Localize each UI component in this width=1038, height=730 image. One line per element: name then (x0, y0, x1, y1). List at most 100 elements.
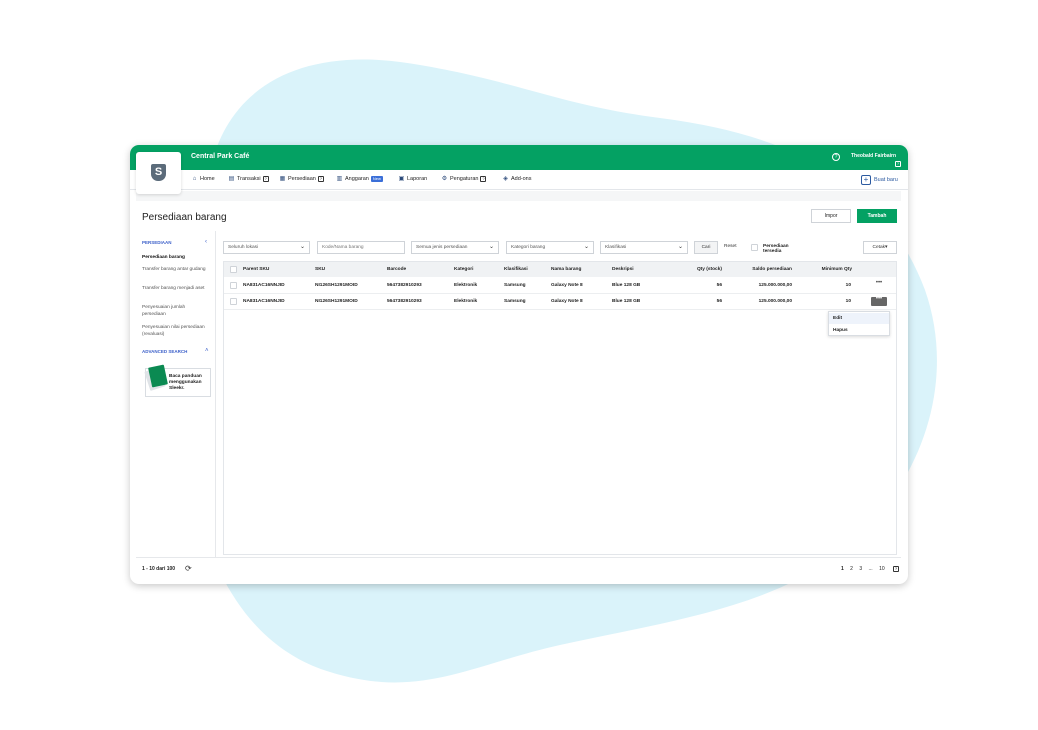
help-icon[interactable]: ? (832, 153, 840, 161)
nav-laporan-label: Laporan (407, 176, 428, 182)
column-header[interactable]: Qty (stock) (684, 267, 722, 272)
page-link[interactable]: 1 (841, 566, 844, 572)
print-label: Cetak (872, 245, 886, 250)
nav-laporan[interactable]: ▣ Laporan (398, 176, 428, 182)
chevron-up-icon[interactable]: ˄ (205, 348, 209, 354)
column-header[interactable]: Barcode (387, 267, 406, 272)
pagination-pages: 1 2 3 ... 10 (841, 566, 890, 572)
column-header[interactable]: Parent SKU (243, 267, 269, 272)
chevron-down-icon: ⌄ (488, 244, 494, 250)
column-header[interactable]: Kategori (454, 267, 473, 272)
nav-pengaturan[interactable]: ⚙ Pengaturan ? (441, 176, 487, 182)
cell-qty: 56 (716, 283, 722, 288)
cell-klasifikasi: Samsung (504, 283, 526, 288)
cell-sku: NI126SH1291MOID (315, 283, 358, 288)
plus-icon: + (861, 175, 871, 185)
nav-anggaran[interactable]: ▥ Anggaran New (336, 176, 383, 182)
sidebar-item-penyesuaian-jumlah[interactable]: Penyesuaian jumlah persediaan (142, 304, 208, 318)
page-ellipsis: ... (868, 566, 873, 572)
cell-deskripsi: Blue 128 GB (612, 299, 641, 304)
user-name[interactable]: Theobald Fairbairn (851, 153, 896, 159)
new-badge: New (370, 176, 383, 182)
inventory-icon: ▦ (279, 176, 286, 182)
search-button[interactable]: Cari (694, 241, 718, 254)
category-select[interactable]: Kategori barang ⌄ (506, 241, 594, 254)
table-header: Parent SKU SKU Barcode Kategori Klasifik… (224, 262, 896, 277)
location-select-value: Seluruh lokasi (228, 245, 259, 250)
nav-transaksi[interactable]: ▤ Transaksi ? (228, 176, 269, 182)
nav-home[interactable]: ⌂ Home (191, 176, 215, 182)
available-checkbox[interactable] (751, 244, 758, 251)
sidebar-item-persediaan-barang[interactable]: Persediaan barang (142, 254, 208, 261)
add-button[interactable]: Tambah (857, 209, 897, 223)
main-nav: ⌂ Home ▤ Transaksi ? ▦ Persediaan ? ▥ An… (130, 170, 908, 190)
budget-icon: ▥ (336, 176, 343, 182)
page-link[interactable]: 10 (879, 566, 885, 572)
table-row[interactable]: NA831AC16NNJID NI126SH1291MOID 564738291… (224, 278, 896, 294)
more-icon[interactable]: ••• (871, 280, 887, 290)
cell-parent-sku: NA831AC16NNJID (243, 299, 285, 304)
nav-pengaturan-label: Pengaturan (450, 176, 479, 182)
column-header[interactable]: Deskripsi (612, 267, 634, 272)
code-name-input[interactable]: Kode/Nama barang (317, 241, 405, 254)
cell-nama: Galaxy Note 8 (551, 299, 583, 304)
top-bar: Central Park Café ? Theobald Fairbairn ? (130, 145, 908, 170)
advanced-search-toggle[interactable]: ADVANCED SEARCH (142, 349, 187, 354)
inventory-type-select[interactable]: Semua jenis persediaan ⌄ (411, 241, 499, 254)
print-button[interactable]: Cetak▾ (863, 241, 897, 254)
import-button[interactable]: Impor (811, 209, 851, 223)
table-row[interactable]: NA831AC16NNJID NI126SH1291MOID 564738291… (224, 294, 896, 310)
create-new-label: Buat baru (874, 177, 898, 183)
classification-select[interactable]: Klasifikasi ⌄ (600, 241, 688, 254)
column-header[interactable]: Saldo persediaan (732, 267, 792, 272)
cell-sku: NI126SH1291MOID (315, 299, 358, 304)
sidebar-item-transfer-aset[interactable]: Transfer barang menjadi aset (142, 285, 208, 292)
company-name[interactable]: Central Park Café (191, 153, 249, 160)
chevron-down-icon: ⌄ (677, 244, 683, 250)
cell-nama: Galaxy Note 8 (551, 283, 583, 288)
gear-icon: ⚙ (441, 176, 448, 182)
cell-min-qty: 10 (845, 299, 851, 304)
cell-deskripsi: Blue 128 GB (612, 283, 641, 288)
select-all-checkbox[interactable] (230, 266, 237, 273)
guide-text: Baca panduan menggunakan Sleekr. (169, 374, 202, 391)
keyboard-shortcut-icon: ? (262, 176, 269, 182)
nav-transaksi-label: Transaksi (237, 176, 261, 182)
page-link[interactable]: 3 (859, 566, 862, 572)
book-icon (148, 364, 168, 388)
menu-item-edit[interactable]: Edit (829, 313, 889, 324)
row-action-menu: Edit Hapus (828, 311, 890, 336)
app-logo[interactable]: S (136, 152, 181, 194)
inventory-table: Parent SKU SKU Barcode Kategori Klasifik… (223, 261, 897, 555)
refresh-icon[interactable]: ⟳ (185, 564, 192, 573)
column-header[interactable]: Klasifikasi (504, 267, 528, 272)
sidebar-item-penyesuaian-nilai[interactable]: Penyesuaian nilai persediaan (revaluasi) (142, 324, 208, 338)
location-select[interactable]: Seluruh lokasi ⌄ (223, 241, 310, 254)
chevron-down-icon: ⌄ (299, 244, 305, 250)
sidebar: PERSEDIAAN ‹ Persediaan barang Transfer … (136, 231, 216, 577)
reset-button[interactable]: Reset (724, 244, 737, 249)
home-icon: ⌂ (192, 176, 197, 182)
column-header[interactable]: Minimum Qty (802, 267, 852, 272)
row-checkbox[interactable] (230, 282, 237, 289)
keyboard-shortcut-icon: ? (480, 176, 487, 182)
create-new-button[interactable]: + Buat baru (861, 175, 898, 185)
column-header[interactable]: SKU (315, 267, 325, 272)
page-link[interactable]: 2 (850, 566, 853, 572)
row-checkbox[interactable] (230, 298, 237, 305)
guide-card[interactable]: Baca panduan menggunakan Sleekr. (144, 364, 211, 397)
nav-persediaan[interactable]: ▦ Persediaan ? (279, 176, 324, 182)
keyboard-shortcut-icon: ? (317, 176, 324, 182)
keyboard-shortcut-icon[interactable]: ? (893, 566, 899, 572)
collapse-chevron-icon[interactable]: ‹ (205, 239, 207, 245)
app-window: Central Park Café ? Theobald Fairbairn ?… (130, 145, 908, 584)
chevron-down-icon: ⌄ (583, 244, 589, 250)
more-icon[interactable]: ••• (871, 296, 887, 306)
column-header[interactable]: Nama barang (551, 267, 581, 272)
nav-addons[interactable]: ◈ Add-ons (502, 176, 531, 182)
cell-kategori: Elektronik (454, 299, 478, 304)
cell-kategori: Elektronik (454, 283, 478, 288)
keyboard-shortcut-icon[interactable]: ? (895, 161, 901, 167)
menu-item-hapus[interactable]: Hapus (829, 325, 889, 336)
sidebar-item-transfer-gudang[interactable]: Transfer barang antar gudang (142, 266, 208, 273)
